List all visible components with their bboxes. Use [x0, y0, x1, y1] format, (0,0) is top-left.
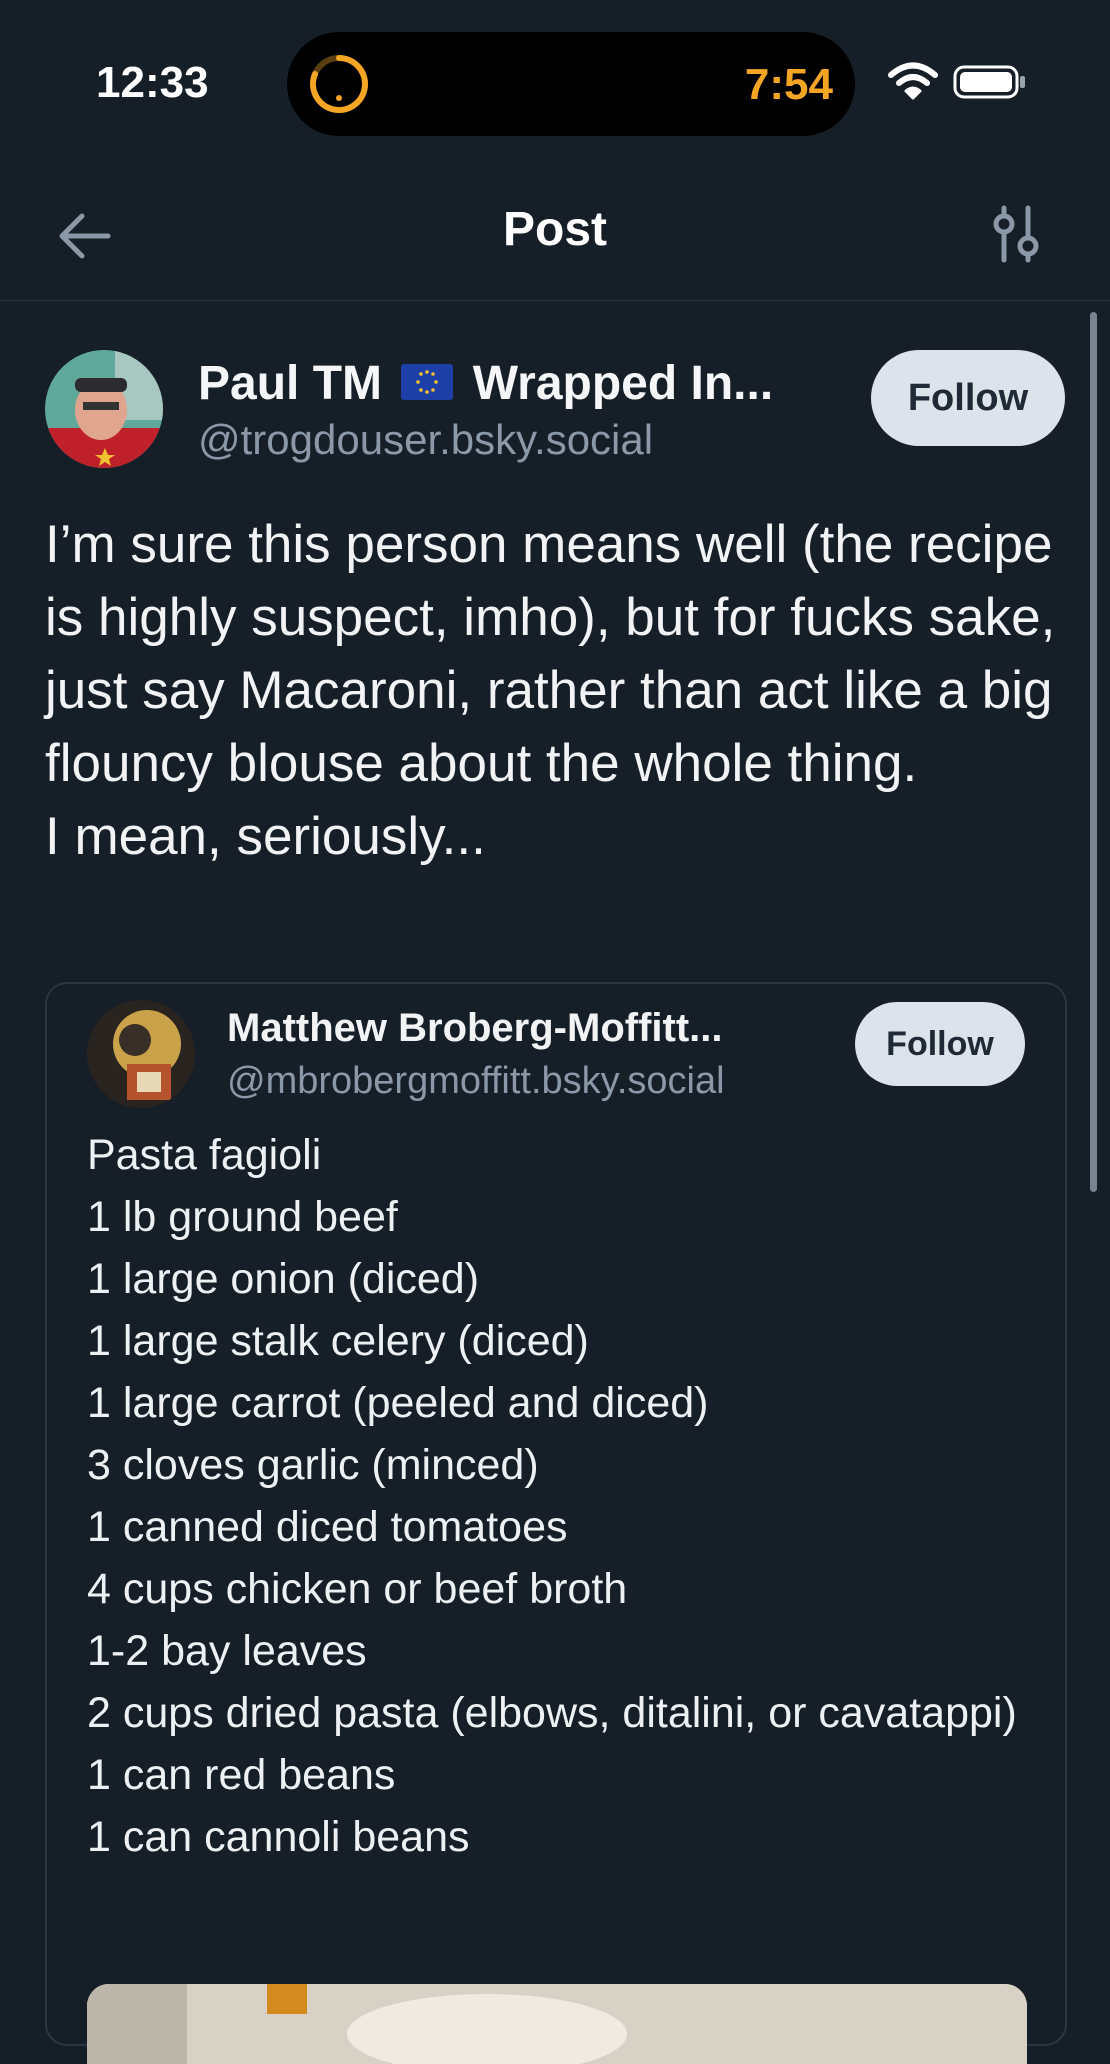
wifi-icon: [888, 62, 938, 100]
author-name-suffix: Wrapped In...: [472, 357, 774, 410]
quoted-post[interactable]: Matthew Broberg-Moffitt... @mbrobergmoff…: [45, 982, 1067, 2064]
quote-author-name[interactable]: Matthew Broberg-Moffitt...: [227, 1006, 723, 1051]
list-item: Pasta fagioli: [87, 1131, 322, 1179]
quote-avatar[interactable]: [87, 1000, 195, 1108]
list-item: 2 cups dried pasta (elbows, ditalini, or…: [87, 1689, 1017, 1737]
list-item: 4 cups chicken or beef broth: [87, 1565, 628, 1613]
list-item: 1-2 bay leaves: [87, 1627, 367, 1675]
sliders-icon[interactable]: [992, 204, 1042, 264]
post-text: I’m sure this person means well (the rec…: [45, 515, 1056, 866]
author-name-text: Paul TM: [198, 357, 383, 410]
post-header: Paul TM Wrapped In... @trogdouser.bsky.s…: [45, 350, 1065, 470]
quote-author-handle[interactable]: @mbrobergmoffitt.bsky.social: [227, 1060, 725, 1103]
quote-follow-button[interactable]: Follow: [855, 1002, 1025, 1086]
battery-icon: [953, 65, 1025, 99]
list-item: 1 can red beans: [87, 1751, 396, 1799]
list-item: 1 lb ground beef: [87, 1193, 398, 1241]
nav-bar: Post: [0, 180, 1110, 301]
list-item: 1 large carrot (peeled and diced): [87, 1379, 709, 1427]
list-item: 1 large onion (diced): [87, 1255, 480, 1303]
timer-time: 7:54: [744, 60, 833, 109]
clock: 12:33: [96, 58, 209, 107]
dynamic-island[interactable]: 7:54: [287, 32, 855, 136]
list-item: 1 large stalk celery (diced): [87, 1317, 589, 1365]
author-name[interactable]: Paul TM Wrapped In...: [198, 356, 773, 411]
quote-image[interactable]: [87, 1984, 1027, 2064]
eu-flag-icon: [401, 364, 454, 401]
timer-icon: [310, 55, 368, 113]
recipe-list: Pasta fagioli 1 lb ground beef 1 large o…: [87, 1124, 1027, 1868]
list-item: 1 canned diced tomatoes: [87, 1503, 568, 1551]
avatar[interactable]: [45, 350, 163, 468]
author-handle[interactable]: @trogdouser.bsky.social: [198, 416, 653, 464]
list-item: 1 can cannoli beans: [87, 1813, 470, 1861]
status-bar: 12:33 7:54: [0, 0, 1110, 150]
follow-button[interactable]: Follow: [871, 350, 1065, 446]
scrollbar[interactable]: [1090, 312, 1097, 1192]
page-title: Post: [502, 203, 607, 256]
list-item: 3 cloves garlic (minced): [87, 1441, 539, 1489]
